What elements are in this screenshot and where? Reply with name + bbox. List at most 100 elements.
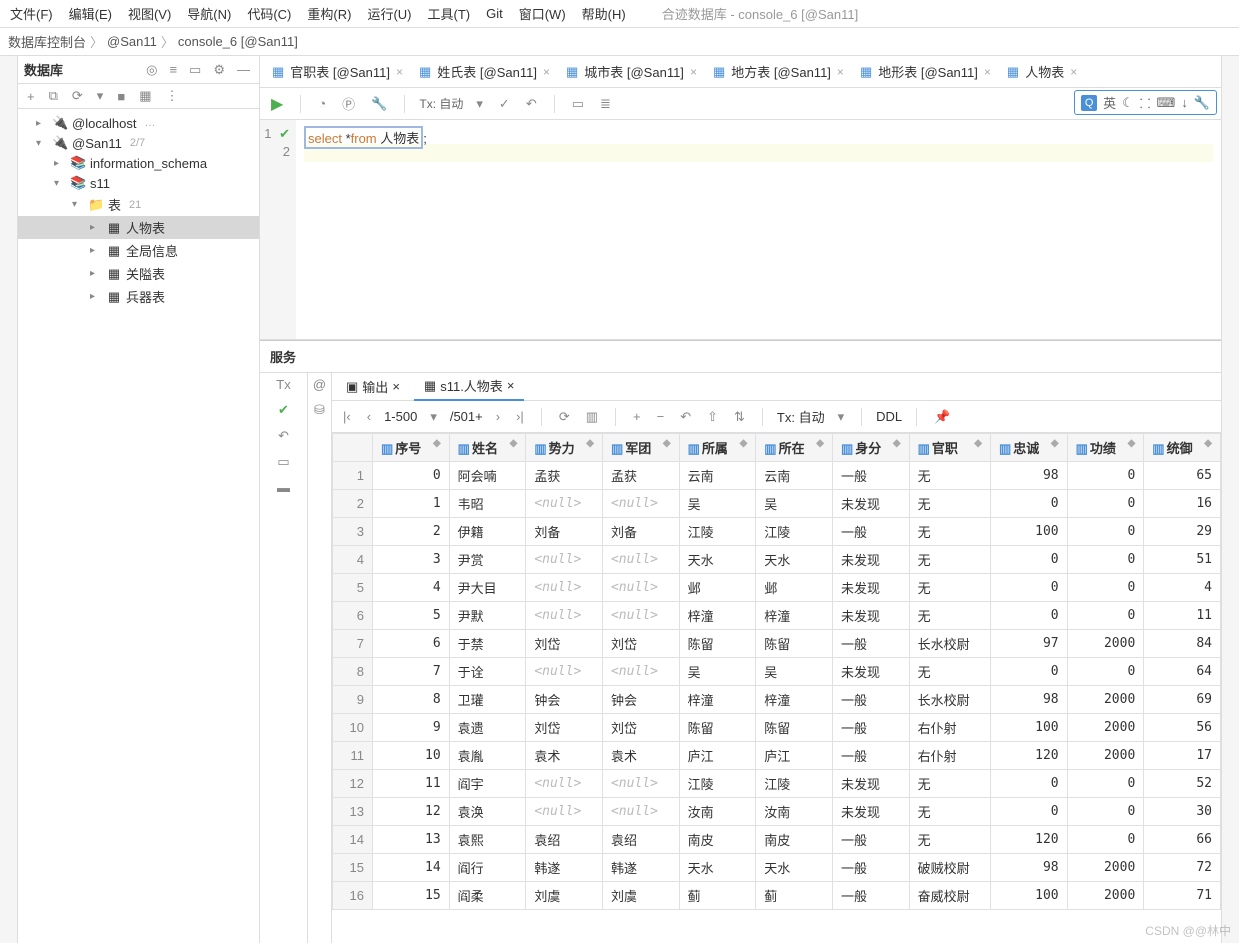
cell[interactable]: 阎行: [449, 854, 526, 882]
cell[interactable]: 天水: [679, 854, 756, 882]
cell[interactable]: 一般: [832, 714, 909, 742]
cell[interactable]: 8: [373, 686, 450, 714]
next-page-icon[interactable]: ›: [493, 409, 503, 424]
ime-opt1-icon[interactable]: ⸬: [1140, 94, 1151, 112]
cell[interactable]: 天水: [679, 546, 756, 574]
table-row[interactable]: 32伊籍刘备刘备江陵江陵一般无100029: [333, 518, 1221, 546]
table-icon[interactable]: ▦: [136, 88, 154, 104]
cell[interactable]: 2000: [1067, 714, 1144, 742]
cell[interactable]: 4: [1144, 574, 1221, 602]
cell[interactable]: 梓潼: [679, 686, 756, 714]
tree-localhost[interactable]: ▸🔌@localhost…: [18, 113, 259, 133]
cell[interactable]: 江陵: [679, 518, 756, 546]
table-row[interactable]: 1413袁熙袁绍袁绍南皮南皮一般无120066: [333, 826, 1221, 854]
cell[interactable]: 袁涣: [449, 798, 526, 826]
menu-run[interactable]: 运行(U): [367, 4, 411, 23]
cell[interactable]: 吴: [756, 658, 833, 686]
cell[interactable]: 陈留: [756, 714, 833, 742]
cell[interactable]: 韦昭: [449, 490, 526, 518]
sort-icon[interactable]: ◆: [816, 438, 824, 449]
cell[interactable]: 98: [990, 854, 1067, 882]
tree-table-bingqi[interactable]: ▸▦兵器表: [18, 285, 259, 308]
cell[interactable]: 0: [990, 770, 1067, 798]
cell[interactable]: 51: [1144, 546, 1221, 574]
table-row[interactable]: 43尹赏<null><null>天水天水未发现无0051: [333, 546, 1221, 574]
tree-s11[interactable]: ▾📚s11: [18, 173, 259, 193]
cell[interactable]: 52: [1144, 770, 1221, 798]
layout-icon[interactable]: ▭: [569, 96, 587, 112]
ddl-button[interactable]: DDL: [876, 409, 902, 424]
cell[interactable]: 韩遂: [602, 854, 679, 882]
cell[interactable]: 右仆射: [909, 714, 990, 742]
chevron-down-icon[interactable]: ▾: [835, 409, 848, 425]
table-row[interactable]: 1110袁胤袁术袁术庐江庐江一般右仆射120200017: [333, 742, 1221, 770]
cell[interactable]: 15: [373, 882, 450, 910]
cell[interactable]: 2000: [1067, 882, 1144, 910]
rollback-icon[interactable]: ↶: [523, 96, 540, 112]
cell[interactable]: 未发现: [832, 490, 909, 518]
cell[interactable]: 3: [373, 546, 450, 574]
cell[interactable]: 16: [1144, 490, 1221, 518]
cell[interactable]: <null>: [602, 490, 679, 518]
cell[interactable]: 蓟: [756, 882, 833, 910]
cell[interactable]: 阎宇: [449, 770, 526, 798]
sort-icon[interactable]: ◆: [433, 438, 441, 449]
cell[interactable]: 100: [990, 714, 1067, 742]
cell[interactable]: 无: [909, 546, 990, 574]
commit-icon[interactable]: ✓: [496, 96, 513, 112]
chevron-down-icon[interactable]: ▾: [427, 409, 440, 425]
editor-tab[interactable]: ▦地方表 [@San11]×: [705, 58, 852, 85]
copy-icon[interactable]: ⧉: [46, 88, 61, 104]
cell[interactable]: 吴: [679, 490, 756, 518]
cell[interactable]: 韩遂: [526, 854, 603, 882]
tx-icon[interactable]: Tx: [276, 377, 290, 392]
revert-icon[interactable]: ↶: [677, 409, 694, 425]
col-header[interactable]: ▥势力◆: [526, 434, 603, 462]
refresh-icon[interactable]: ⟳: [69, 88, 86, 104]
cell[interactable]: <null>: [602, 798, 679, 826]
cell[interactable]: 无: [909, 826, 990, 854]
tree-san11[interactable]: ▾🔌@San112/7: [18, 133, 259, 153]
close-icon[interactable]: ×: [543, 65, 550, 79]
add-icon[interactable]: +: [24, 89, 38, 104]
cell[interactable]: 梓潼: [756, 686, 833, 714]
cell[interactable]: 一般: [832, 518, 909, 546]
cell[interactable]: 袁绍: [602, 826, 679, 854]
cell[interactable]: <null>: [602, 658, 679, 686]
sql-editor[interactable]: 1 ✔ 2 select *from 人物表;: [260, 120, 1221, 340]
table-row[interactable]: 1211阎宇<null><null>江陵江陵未发现无0052: [333, 770, 1221, 798]
filter-icon[interactable]: ▾: [94, 88, 107, 104]
cell[interactable]: 10: [373, 742, 450, 770]
first-page-icon[interactable]: |‹: [340, 409, 354, 424]
undo-icon[interactable]: ↶: [278, 428, 289, 444]
tree-table-global[interactable]: ▸▦全局信息: [18, 239, 259, 262]
cell[interactable]: 未发现: [832, 546, 909, 574]
cell[interactable]: 袁遗: [449, 714, 526, 742]
cell[interactable]: <null>: [602, 546, 679, 574]
cell[interactable]: 0: [1067, 826, 1144, 854]
dash-icon[interactable]: ▬: [277, 480, 290, 495]
cell[interactable]: <null>: [526, 798, 603, 826]
settings-icon[interactable]: 🔧: [1194, 95, 1210, 111]
cell[interactable]: 0: [373, 462, 450, 490]
cell[interactable]: 云南: [756, 462, 833, 490]
collapse-icon[interactable]: ≡: [166, 62, 180, 77]
crumb-0[interactable]: 数据库控制台: [8, 32, 86, 51]
tree-tables[interactable]: ▾📁表21: [18, 193, 259, 216]
cell[interactable]: 一般: [832, 462, 909, 490]
cell[interactable]: 南皮: [756, 826, 833, 854]
editor-tab[interactable]: ▦官职表 [@San11]×: [264, 58, 411, 85]
add-row-icon[interactable]: +: [630, 409, 644, 424]
page-range[interactable]: 1-500: [384, 409, 417, 424]
table-row[interactable]: 21韦昭<null><null>吴吴未发现无0016: [333, 490, 1221, 518]
cell[interactable]: 一般: [832, 826, 909, 854]
cell[interactable]: 一般: [832, 742, 909, 770]
close-icon[interactable]: ×: [392, 379, 400, 394]
cell[interactable]: 120: [990, 826, 1067, 854]
cell[interactable]: 未发现: [832, 602, 909, 630]
tab-output[interactable]: ▣输出×: [336, 373, 410, 400]
diff-icon[interactable]: ⇅: [731, 409, 748, 425]
sort-icon[interactable]: ◆: [740, 438, 748, 449]
editor-tab[interactable]: ▦城市表 [@San11]×: [558, 58, 705, 85]
cell[interactable]: 阎柔: [449, 882, 526, 910]
